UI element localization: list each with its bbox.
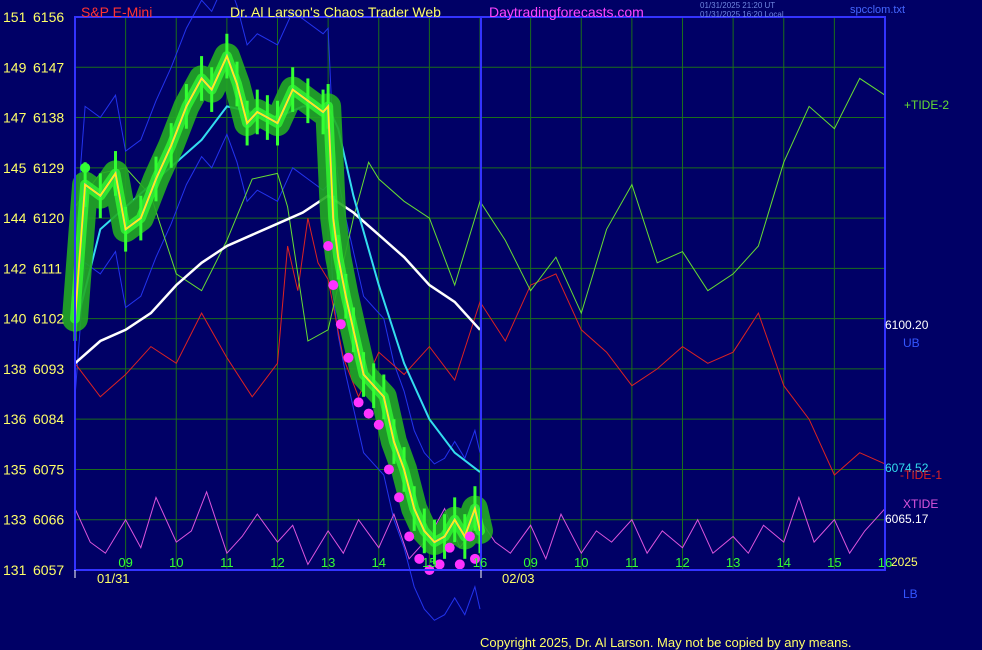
y-tick-price: 6057	[33, 562, 64, 578]
y-tick-price: 6129	[33, 160, 64, 176]
y-tick-price: 6156	[33, 9, 64, 25]
price-dot	[444, 542, 455, 553]
y-tick-price: 6138	[33, 110, 64, 126]
y-tick-price: 6102	[33, 311, 64, 327]
y-tick-pivot: 149	[3, 59, 27, 75]
price-dot	[363, 408, 374, 419]
price-dot	[328, 280, 339, 291]
timestamp-local: 01/31/2025 16:20 Local	[700, 10, 784, 19]
last-price-value: 6065.17	[885, 512, 929, 526]
y-tick-pivot: 147	[3, 110, 27, 126]
x-tick-hour: 10	[169, 555, 183, 570]
y-tick-pivot: 145	[3, 160, 27, 176]
y-tick-price: 6084	[33, 411, 64, 427]
y-tick-price: 6147	[33, 59, 64, 75]
price-dot	[343, 352, 354, 363]
y-tick-pivot: 138	[3, 361, 27, 377]
y-tick-price: 6093	[33, 361, 64, 377]
y-tick-labels: 151 6156 149 6147 147 6138 145 6129 144 6120 142 61…	[3, 9, 64, 578]
chart-canvas: 151 6156 149 6147 147 6138 145 6129 144 6120 142 61…	[3, 0, 892, 621]
data-file-label: spcclom.txt	[850, 4, 906, 16]
site-link[interactable]: Daytradingforecasts.com	[489, 4, 644, 20]
xtide-label: XTIDE	[903, 497, 939, 511]
price-dot	[404, 531, 415, 542]
x-tick-hour: 15	[422, 555, 436, 570]
x-tick-hour: 10	[574, 555, 588, 570]
start-dot	[80, 162, 91, 173]
timestamp-ut: 01/31/2025 21:20 UT	[700, 1, 776, 10]
price-dot	[373, 419, 384, 430]
tide2-label: +TIDE-2	[904, 98, 950, 112]
ub-label: UB	[903, 336, 920, 350]
x-tick-hour: 12	[675, 555, 689, 570]
x-tick-hour: 11	[625, 555, 639, 570]
y-tick-price: 6111	[33, 260, 62, 276]
y-tick-pivot: 136	[3, 411, 27, 427]
x-tick-hour: 14	[372, 555, 386, 570]
y-tick-pivot: 133	[3, 512, 27, 528]
copyright-notice: Copyright 2025, Dr. Al Larson. May not b…	[480, 635, 852, 650]
y-tick-pivot: 151	[3, 9, 27, 25]
x-tick-hour: 14	[777, 555, 791, 570]
y-tick-price: 6066	[33, 512, 64, 528]
y-tick-price: 6120	[33, 210, 64, 226]
y-tick-price: 6075	[33, 461, 64, 477]
price-dot	[454, 559, 465, 570]
y-tick-pivot: 135	[3, 461, 27, 477]
x-tick-date: 02/03	[502, 571, 535, 586]
price-dot	[464, 531, 475, 542]
x-tick-hour: 09	[523, 555, 537, 570]
instrument-label: S&P E-Mini	[81, 4, 153, 20]
lb-label: LB	[903, 587, 918, 601]
x-tick-hour: 15	[827, 555, 841, 570]
y-tick-pivot: 140	[3, 311, 27, 327]
y-tick-pivot: 131	[3, 562, 27, 578]
x-tick-hour: 13	[321, 555, 335, 570]
x-tick-hour: 13	[726, 555, 740, 570]
year-label: 2025	[891, 555, 918, 569]
x-tick-hour: 16	[473, 555, 487, 570]
x-tick-hour: 11	[220, 555, 234, 570]
tide1-label: -TIDE-1	[900, 468, 942, 482]
ub-value: 6100.20	[885, 318, 929, 332]
price-dot	[383, 464, 394, 475]
price-dot	[394, 492, 405, 503]
y-tick-pivot: 142	[3, 260, 27, 276]
price-dot	[335, 319, 346, 330]
page-title: Dr. Al Larson's Chaos Trader Web	[230, 4, 441, 20]
price-dot	[353, 397, 364, 408]
y-tick-pivot: 144	[3, 210, 27, 226]
x-tick-date: 01/31	[97, 571, 130, 586]
x-tick-hour: 12	[270, 555, 284, 570]
price-dot	[323, 241, 334, 252]
x-tick-hour: 09	[118, 555, 132, 570]
